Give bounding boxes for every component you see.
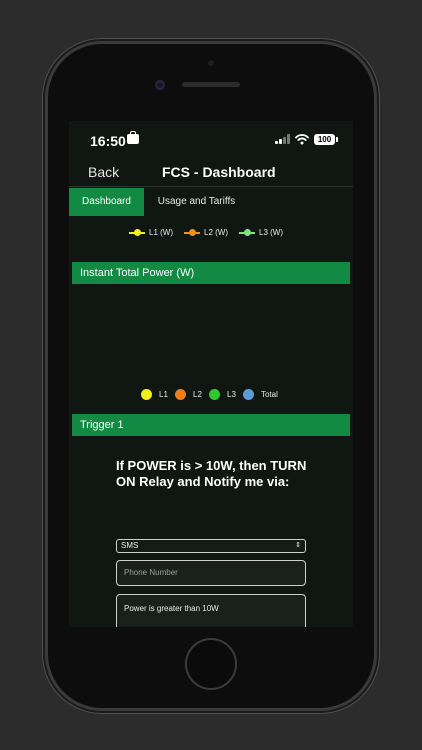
proximity-sensor — [208, 60, 214, 66]
select-arrows-icon: ⇕ — [295, 542, 301, 549]
dashboard-content: L1 (W) L2 (W) L3 (W) Instant Total Power… — [69, 216, 353, 627]
battery-icon: 100 — [314, 134, 338, 145]
legend-item-l3[interactable]: L3 (W) — [239, 226, 299, 240]
legend-item-l2[interactable]: L2 (W) — [184, 226, 244, 240]
tab-usage-and-tariffs[interactable]: Usage and Tariffs — [144, 188, 249, 216]
legend-label-l2: L2 — [193, 390, 202, 399]
trigger-description: If POWER is > 10W, then TURN ON Relay an… — [116, 458, 307, 489]
legend-item-l1[interactable]: L1 — [141, 388, 175, 402]
legend-marker-l2 — [189, 229, 196, 236]
trigger-header: Trigger 1 — [72, 414, 350, 436]
earpiece-speaker — [182, 82, 240, 87]
legend-marker-l2 — [175, 389, 186, 400]
legend-label-l2: L2 (W) — [204, 228, 228, 237]
notification-method-select[interactable]: SMS ⇕ — [116, 539, 306, 553]
select-value: SMS — [121, 541, 139, 550]
wifi-icon — [295, 134, 309, 145]
legend-marker-l3 — [209, 389, 220, 400]
legend-marker-l1 — [134, 229, 141, 236]
cellular-signal-icon — [275, 134, 291, 144]
back-button[interactable]: Back — [88, 164, 119, 180]
legend-item-l3[interactable]: L3 — [209, 388, 243, 402]
legend-item-l2[interactable]: L2 — [175, 388, 209, 402]
phone-number-input[interactable]: Phone Number — [116, 560, 306, 586]
navigation-bar: Back FCS - Dashboard — [69, 157, 353, 187]
legend-label-l3: L3 (W) — [259, 228, 283, 237]
legend-label-l1: L1 (W) — [149, 228, 173, 237]
home-button[interactable] — [185, 638, 237, 690]
notification-message-textarea[interactable]: Power is greater than 10W — [116, 594, 306, 627]
legend-label-l1: L1 — [159, 390, 168, 399]
legend-marker-l1 — [141, 389, 152, 400]
energy-chart-legend: L1 (W) L2 (W) L3 (W) — [129, 226, 349, 240]
status-bar: 16:50 100 — [69, 121, 353, 157]
legend-item-l1[interactable]: L1 (W) — [129, 226, 189, 240]
instant-power-header: Instant Total Power (W) — [72, 262, 350, 284]
legend-marker-total — [243, 389, 254, 400]
legend-marker-l3 — [244, 229, 251, 236]
legend-label-total: Total — [261, 390, 278, 399]
tab-dashboard[interactable]: Dashboard — [69, 188, 144, 216]
legend-label-l3: L3 — [227, 390, 236, 399]
front-camera — [155, 80, 165, 90]
page-title: FCS - Dashboard — [162, 164, 276, 180]
briefcase-icon — [127, 131, 139, 144]
side-button-power — [374, 183, 377, 228]
tab-bar: Dashboard Usage and Tariffs — [69, 188, 353, 216]
app-screen: 16:50 100 Back FCS - Dashboard Dashboard… — [69, 121, 353, 627]
legend-item-total[interactable]: Total — [243, 388, 293, 402]
instant-power-legend: L1 L2 L3 Total — [141, 388, 321, 402]
status-time: 16:50 — [90, 133, 126, 149]
